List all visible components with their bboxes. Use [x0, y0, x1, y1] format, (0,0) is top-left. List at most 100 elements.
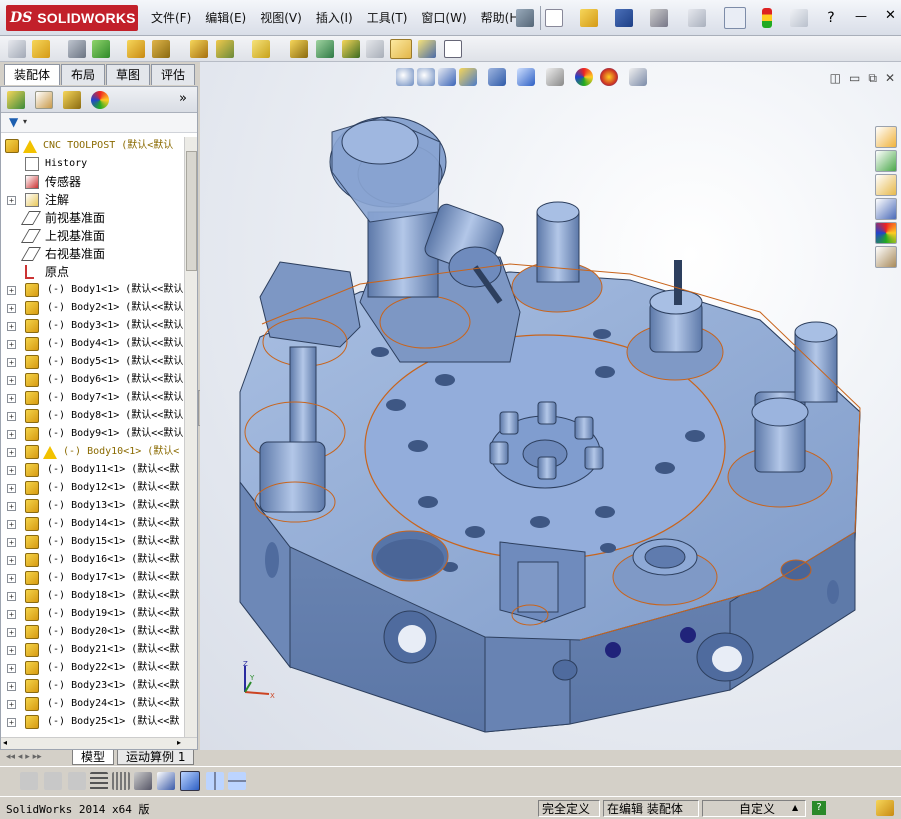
cnc-toolpost-model[interactable]	[200, 62, 901, 750]
expand-toggle-icon[interactable]: +	[7, 466, 16, 475]
rebuild-traffic-light-icon[interactable]	[762, 8, 772, 28]
expand-toggle-icon[interactable]: +	[7, 286, 16, 295]
expand-toggle-icon[interactable]: +	[7, 484, 16, 493]
solidworks-logo[interactable]: DS SOLIDWORKS	[6, 5, 138, 31]
show-hidden-components-icon[interactable]	[190, 40, 208, 58]
tree-item-body[interactable]: + (-) Body24<1> (默认<<默	[1, 695, 183, 713]
smart-fasteners-icon[interactable]	[127, 40, 145, 58]
tree-item-body[interactable]: + (-) Body16<1> (默认<<默	[1, 551, 183, 569]
expand-toggle-icon[interactable]: +	[7, 412, 16, 421]
tree-item-body[interactable]: + (-) Body1<1> (默认<<默认	[1, 281, 183, 299]
expand-toggle-icon[interactable]: +	[7, 520, 16, 529]
tree-item-annotations[interactable]: + 注解	[1, 191, 183, 209]
open-folder-icon[interactable]	[580, 9, 598, 27]
single-view-icon[interactable]	[180, 771, 200, 791]
menu-tools[interactable]: 工具(T)	[360, 7, 415, 29]
tree-item-body[interactable]: + (-) Body22<1> (默认<<默	[1, 659, 183, 677]
tree-item-body[interactable]: + (-) Body3<1> (默认<<默认	[1, 317, 183, 335]
tree-item-body[interactable]: + (-) Body20<1> (默认<<默	[1, 623, 183, 641]
linear-pattern-icon[interactable]	[92, 40, 110, 58]
tree-item-origin[interactable]: 原点	[1, 263, 183, 281]
four-view-icon[interactable]	[228, 772, 246, 790]
tree-item-body[interactable]: + (-) Body11<1> (默认<<默	[1, 461, 183, 479]
menu-edit[interactable]: 编辑(E)	[198, 7, 253, 29]
print-icon[interactable]	[650, 9, 668, 27]
appearances-scenes-icon[interactable]	[875, 222, 897, 244]
view-palette-icon[interactable]	[875, 198, 897, 220]
expand-toggle-icon[interactable]: +	[7, 628, 16, 637]
tree-item-body[interactable]: + (-) Body10<1> (默认<	[1, 443, 183, 461]
tab-layout[interactable]: 布局	[61, 64, 106, 85]
bill-of-materials-icon[interactable]	[316, 40, 334, 58]
filter-dropdown-icon[interactable]: ▾	[23, 117, 27, 126]
tree-item-body[interactable]: + (-) Body12<1> (默认<<默	[1, 479, 183, 497]
expand-toggle-icon[interactable]: +	[7, 376, 16, 385]
expand-toggle-icon[interactable]: +	[7, 646, 16, 655]
tree-item-body[interactable]: + (-) Body4<1> (默认<<默认	[1, 335, 183, 353]
tree-horizontal-scrollbar[interactable]: ◂ ▸	[1, 737, 197, 749]
list-lines-icon[interactable]	[90, 772, 108, 790]
tree-item-body[interactable]: + (-) Body23<1> (默认<<默	[1, 677, 183, 695]
exploded-view-icon[interactable]	[342, 40, 360, 58]
tree-item-body[interactable]: + (-) Body17<1> (默认<<默	[1, 569, 183, 587]
tree-item-body[interactable]: + (-) Body21<1> (默认<<默	[1, 641, 183, 659]
sw-resources-home-icon[interactable]	[875, 126, 897, 148]
filter-funnel-icon[interactable]: ▼	[9, 115, 18, 129]
expand-toggle-icon[interactable]: +	[7, 502, 16, 511]
menu-view[interactable]: 视图(V)	[253, 7, 309, 29]
tree-item-body[interactable]: + (-) Body25<1> (默认<<默	[1, 713, 183, 731]
tab-model[interactable]: 模型	[72, 750, 115, 765]
tree-item-body[interactable]: + (-) Body18<1> (默认<<默	[1, 587, 183, 605]
mate-paperclip-icon[interactable]	[68, 40, 86, 58]
insert-component-icon[interactable]	[8, 40, 26, 58]
interference-detection-icon[interactable]	[390, 39, 412, 59]
scroll-right-icon[interactable]: ▸	[177, 738, 181, 747]
configuration-manager-icon[interactable]	[63, 91, 81, 109]
expand-toggle-icon[interactable]: +	[7, 538, 16, 547]
new-motion-study-icon[interactable]	[290, 40, 308, 58]
graphics-area[interactable]: ◫ ▭ ⧉ ✕ Z X Y	[200, 62, 901, 750]
tree-item-sensors[interactable]: 传感器	[1, 173, 183, 191]
tree-item-body[interactable]: + (-) Body8<1> (默认<<默认	[1, 407, 183, 425]
new-document-icon[interactable]	[545, 9, 563, 27]
save-icon[interactable]	[615, 9, 633, 27]
units-status[interactable]: 自定义	[702, 800, 806, 817]
tags-icon[interactable]	[876, 800, 894, 816]
expand-toggle-icon[interactable]: +	[7, 592, 16, 601]
tree-item-body[interactable]: + (-) Body14<1> (默认<<默	[1, 515, 183, 533]
expand-toggle-icon[interactable]: +	[7, 196, 16, 205]
help-question-icon[interactable]: ?	[822, 9, 840, 27]
expand-toggle-icon[interactable]: +	[7, 574, 16, 583]
expand-chevron-icon[interactable]: »	[179, 91, 187, 106]
tree-item-top-plane[interactable]: 上视基准面	[1, 227, 183, 245]
options-gear-icon[interactable]	[790, 9, 808, 27]
two-view-icon[interactable]	[206, 772, 224, 790]
tree-root-assembly[interactable]: CNC TOOLPOST (默认<默认	[1, 137, 183, 155]
expand-toggle-icon[interactable]: +	[7, 394, 16, 403]
expand-toggle-icon[interactable]: +	[7, 358, 16, 367]
tree-item-front-plane[interactable]: 前视基准面	[1, 209, 183, 227]
tab-sketch[interactable]: 草图	[106, 64, 151, 85]
shaded-icon[interactable]	[44, 772, 62, 790]
units-dropdown-icon[interactable]: ▲	[792, 803, 798, 812]
tree-item-body[interactable]: + (-) Body2<1> (默认<<默认	[1, 299, 183, 317]
tree-item-body[interactable]: + (-) Body5<1> (默认<<默认	[1, 353, 183, 371]
property-manager-icon[interactable]	[35, 91, 53, 109]
menu-file[interactable]: 文件(F)	[144, 7, 198, 29]
expand-toggle-icon[interactable]: +	[7, 700, 16, 709]
render-icon[interactable]	[68, 772, 86, 790]
expand-toggle-icon[interactable]: +	[7, 430, 16, 439]
scrollbar-thumb[interactable]	[186, 151, 197, 271]
select-cursor-icon[interactable]	[724, 7, 746, 29]
reference-geometry-icon[interactable]	[252, 40, 270, 58]
axis-view-icon[interactable]	[157, 772, 175, 790]
minimize-window-icon[interactable]: —	[855, 9, 867, 23]
tree-item-history[interactable]: History	[1, 155, 183, 173]
custom-properties-icon[interactable]	[875, 246, 897, 268]
tab-assembly[interactable]: 装配体	[4, 64, 61, 85]
undo-icon[interactable]	[688, 9, 706, 27]
assembly-features-icon[interactable]	[216, 40, 234, 58]
3d-view-icon[interactable]	[20, 772, 38, 790]
file-explorer-folder-icon[interactable]	[875, 174, 897, 196]
toggle-arrows-icon[interactable]	[134, 772, 152, 790]
